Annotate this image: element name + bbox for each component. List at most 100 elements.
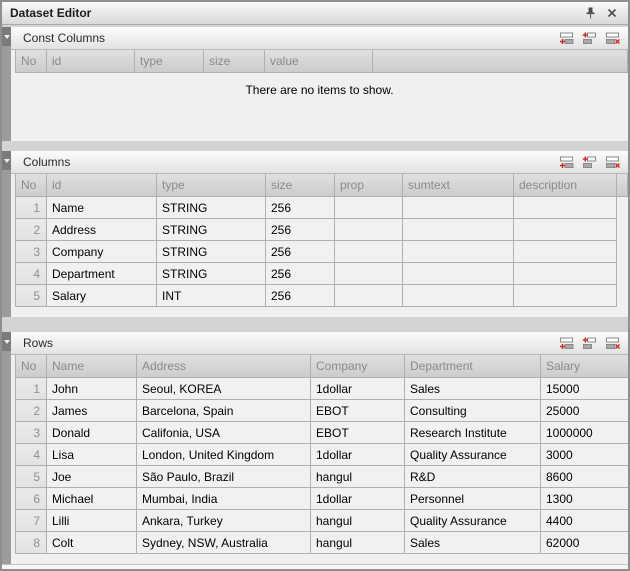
data-cell[interactable]: James — [47, 400, 137, 422]
data-cell[interactable]: London, United Kingdom — [137, 444, 311, 466]
row-number-cell[interactable]: 5 — [16, 285, 47, 307]
data-cell[interactable]: 1dollar — [311, 444, 405, 466]
data-cell[interactable]: EBOT — [311, 422, 405, 444]
data-cell[interactable] — [335, 197, 403, 219]
insert-row-button[interactable] — [581, 336, 597, 350]
data-cell[interactable]: Colt — [47, 532, 137, 554]
data-cell[interactable] — [335, 241, 403, 263]
column-header[interactable]: type — [157, 174, 266, 197]
data-cell[interactable] — [403, 263, 514, 285]
data-cell[interactable]: STRING — [157, 197, 266, 219]
row-number-cell[interactable]: 2 — [16, 400, 47, 422]
column-header[interactable]: Company — [311, 355, 405, 378]
data-cell[interactable]: 256 — [266, 219, 335, 241]
data-cell[interactable] — [403, 241, 514, 263]
table-row[interactable]: 4LisaLondon, United Kingdom1dollarQualit… — [16, 444, 630, 466]
data-cell[interactable]: hangul — [311, 532, 405, 554]
data-cell[interactable]: 256 — [266, 241, 335, 263]
column-header[interactable]: Name — [47, 355, 137, 378]
data-cell[interactable]: STRING — [157, 241, 266, 263]
add-row-button[interactable] — [558, 31, 574, 45]
data-cell[interactable]: 15000 — [541, 378, 630, 400]
data-cell[interactable] — [514, 219, 617, 241]
table-row[interactable]: 2AddressSTRING256 — [16, 219, 628, 241]
insert-row-button[interactable] — [581, 31, 597, 45]
data-cell[interactable]: John — [47, 378, 137, 400]
pin-icon[interactable] — [582, 5, 598, 21]
row-number-cell[interactable]: 3 — [16, 422, 47, 444]
data-cell[interactable]: Michael — [47, 488, 137, 510]
column-header[interactable]: description — [514, 174, 617, 197]
data-cell[interactable]: Donald — [47, 422, 137, 444]
table-row[interactable]: 7LilliAnkara, TurkeyhangulQuality Assura… — [16, 510, 630, 532]
data-cell[interactable]: 8600 — [541, 466, 630, 488]
data-cell[interactable] — [514, 263, 617, 285]
column-header[interactable]: Department — [405, 355, 541, 378]
column-header[interactable]: value — [265, 50, 373, 73]
data-cell[interactable]: 256 — [266, 197, 335, 219]
data-cell[interactable]: 25000 — [541, 400, 630, 422]
row-number-cell[interactable]: 1 — [16, 197, 47, 219]
data-cell[interactable]: Sales — [405, 378, 541, 400]
data-cell[interactable]: Address — [47, 219, 157, 241]
table-row[interactable]: 1NameSTRING256 — [16, 197, 628, 219]
data-cell[interactable]: Name — [47, 197, 157, 219]
column-header[interactable]: No — [16, 50, 47, 73]
table-row[interactable]: 1JohnSeoul, KOREA1dollarSales15000 — [16, 378, 630, 400]
table-row[interactable]: 4DepartmentSTRING256 — [16, 263, 628, 285]
data-cell[interactable]: 1300 — [541, 488, 630, 510]
data-cell[interactable]: Salary — [47, 285, 157, 307]
data-cell[interactable] — [514, 197, 617, 219]
data-cell[interactable]: Consulting — [405, 400, 541, 422]
add-row-button[interactable] — [558, 336, 574, 350]
collapse-button[interactable] — [2, 151, 11, 170]
data-cell[interactable]: Seoul, KOREA — [137, 378, 311, 400]
data-cell[interactable]: Quality Assurance — [405, 510, 541, 532]
column-header[interactable]: sumtext — [403, 174, 514, 197]
data-cell[interactable]: hangul — [311, 466, 405, 488]
data-cell[interactable]: 256 — [266, 263, 335, 285]
add-row-button[interactable] — [558, 155, 574, 169]
data-cell[interactable]: 1000000 — [541, 422, 630, 444]
data-cell[interactable]: Ankara, Turkey — [137, 510, 311, 532]
data-cell[interactable]: Quality Assurance — [405, 444, 541, 466]
column-header[interactable]: No — [16, 174, 47, 197]
data-cell[interactable]: Sydney, NSW, Australia — [137, 532, 311, 554]
column-header[interactable]: type — [135, 50, 204, 73]
column-header[interactable]: Address — [137, 355, 311, 378]
data-cell[interactable]: Mumbai, India — [137, 488, 311, 510]
data-cell[interactable] — [335, 285, 403, 307]
row-number-cell[interactable]: 7 — [16, 510, 47, 532]
data-cell[interactable]: STRING — [157, 219, 266, 241]
data-cell[interactable] — [335, 263, 403, 285]
data-cell[interactable] — [514, 285, 617, 307]
data-cell[interactable]: 256 — [266, 285, 335, 307]
data-cell[interactable]: Department — [47, 263, 157, 285]
data-cell[interactable]: Personnel — [405, 488, 541, 510]
data-cell[interactable]: Research Institute — [405, 422, 541, 444]
data-cell[interactable] — [403, 197, 514, 219]
data-cell[interactable]: Barcelona, Spain — [137, 400, 311, 422]
column-header[interactable]: size — [266, 174, 335, 197]
row-number-cell[interactable]: 4 — [16, 444, 47, 466]
close-icon[interactable] — [604, 5, 620, 21]
collapse-button[interactable] — [2, 27, 11, 46]
collapse-button[interactable] — [2, 332, 11, 351]
column-header[interactable]: id — [47, 174, 157, 197]
data-cell[interactable] — [403, 285, 514, 307]
data-cell[interactable]: hangul — [311, 510, 405, 532]
data-cell[interactable]: INT — [157, 285, 266, 307]
data-cell[interactable]: 4400 — [541, 510, 630, 532]
table-row[interactable]: 3CompanySTRING256 — [16, 241, 628, 263]
column-header[interactable]: prop — [335, 174, 403, 197]
table-row[interactable]: 2JamesBarcelona, SpainEBOTConsulting2500… — [16, 400, 630, 422]
insert-row-button[interactable] — [581, 155, 597, 169]
data-cell[interactable]: Lilli — [47, 510, 137, 532]
column-header[interactable]: Salary — [541, 355, 630, 378]
row-number-cell[interactable]: 5 — [16, 466, 47, 488]
delete-row-button[interactable] — [604, 155, 620, 169]
data-cell[interactable]: Califonia, USA — [137, 422, 311, 444]
column-header[interactable]: id — [47, 50, 135, 73]
data-cell[interactable]: R&D — [405, 466, 541, 488]
data-cell[interactable]: 1dollar — [311, 378, 405, 400]
